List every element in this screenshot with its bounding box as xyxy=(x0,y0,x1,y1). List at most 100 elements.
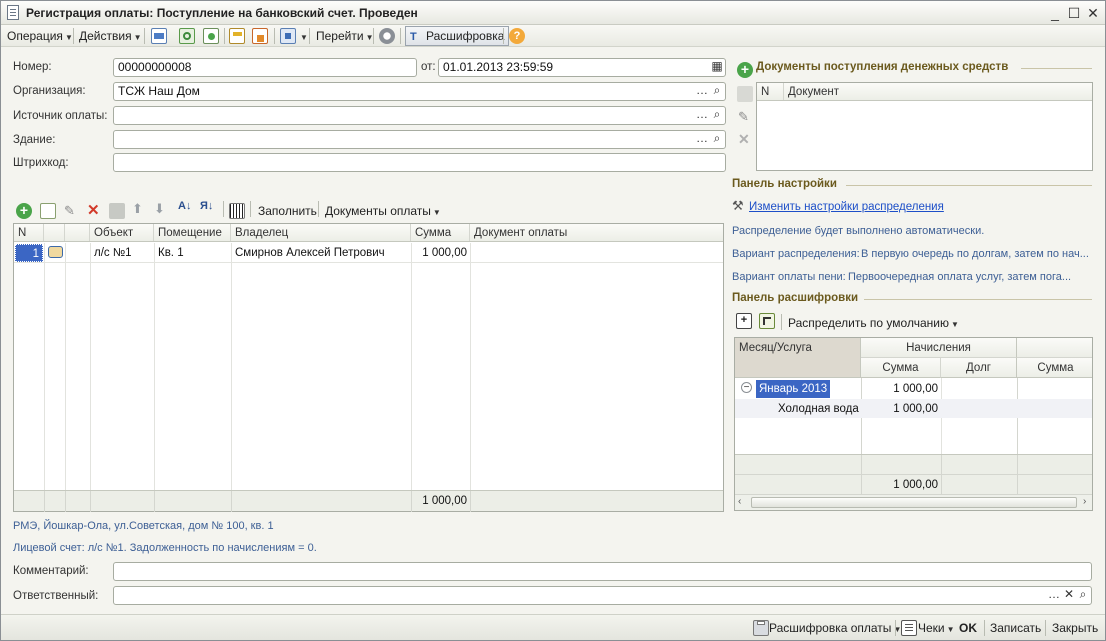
tree-row-month[interactable]: − Январь 2013 1 000,00 xyxy=(735,379,1092,398)
month-sum-cell[interactable]: 1 000,00 xyxy=(865,380,938,398)
scroll-left-icon[interactable]: ‹ xyxy=(738,496,741,507)
scroll-right-icon[interactable]: › xyxy=(1083,496,1086,507)
edit-row-icon[interactable]: ✎ xyxy=(64,203,75,219)
row-number-cell[interactable]: 1 xyxy=(15,244,43,262)
month-label[interactable]: Январь 2013 xyxy=(756,380,831,398)
column-header-debt[interactable]: Долг xyxy=(941,358,1017,378)
column-header-sum[interactable]: Сумма xyxy=(861,358,941,378)
maximize-icon[interactable]: ☐ xyxy=(1065,4,1083,22)
close-button[interactable]: Закрыть xyxy=(1052,619,1098,637)
edit-document-icon[interactable]: ✎ xyxy=(738,109,749,125)
column-header-month-service[interactable]: Месяц/Услуга xyxy=(735,338,861,378)
post-doc-icon[interactable] xyxy=(203,28,219,44)
number-field[interactable]: 00000000008 xyxy=(113,58,417,77)
actions-menu[interactable]: Действия ▼ xyxy=(79,27,142,45)
table-row[interactable]: 1 л/с №1 Кв. 1 Смирнов Алексей Петрович … xyxy=(14,243,723,263)
save-button[interactable]: Записать xyxy=(990,619,1041,637)
expand-all-icon[interactable]: + xyxy=(736,313,752,329)
add-document-icon[interactable]: + xyxy=(737,62,753,78)
move-down-icon[interactable]: ⬇ xyxy=(154,201,165,217)
collapse-icon[interactable]: − xyxy=(741,382,752,393)
sort-asc-icon[interactable]: A↓ xyxy=(178,200,191,212)
column-header-sum[interactable]: Сумма xyxy=(411,224,470,241)
distribute-default-menu[interactable]: Распределить по умолчанию ▼ xyxy=(788,314,959,332)
column-header-sum-paid[interactable]: Сумма xyxy=(1017,358,1092,378)
column-header-n[interactable]: N xyxy=(14,224,44,241)
toolbar-separator xyxy=(503,28,504,44)
operation-menu[interactable]: Операция ▼ xyxy=(7,27,73,45)
delete-document-icon[interactable]: ✕ xyxy=(738,131,750,148)
goto-menu[interactable]: Перейти ▼ xyxy=(316,27,373,45)
room-cell[interactable]: Кв. 1 xyxy=(158,244,228,262)
tree-row-service[interactable]: Холодная вода 1 000,00 xyxy=(735,399,1092,418)
move-up-icon[interactable]: ⬆ xyxy=(132,201,143,217)
scrollbar-thumb[interactable] xyxy=(751,497,1077,508)
organization-field[interactable]: ТСЖ Наш Дом xyxy=(113,82,726,101)
horizontal-scrollbar[interactable]: ‹ › xyxy=(735,494,1092,510)
copy-row-icon[interactable] xyxy=(40,203,56,219)
column-header-n[interactable]: N xyxy=(757,83,784,100)
select-ellipsis-icon[interactable]: … xyxy=(695,107,709,124)
payment-source-field[interactable] xyxy=(113,106,726,125)
unpost-icon[interactable] xyxy=(252,28,268,44)
select-ellipsis-icon[interactable]: … xyxy=(1047,587,1061,604)
dropdown-arrow-icon[interactable]: ▼ xyxy=(300,33,308,42)
column-header-room[interactable]: Помещение xyxy=(154,224,231,241)
delete-row-icon[interactable]: ✕ xyxy=(87,201,100,219)
column-header-document[interactable]: Документ xyxy=(784,83,1092,100)
checks-menu[interactable]: Чеки ▼ xyxy=(918,619,955,637)
service-label[interactable]: Холодная вода xyxy=(778,400,859,418)
calendar-icon[interactable]: ▦ xyxy=(710,59,724,76)
service-sum-cell[interactable]: 1 000,00 xyxy=(865,400,938,418)
decode-payment-menu[interactable]: Расшифровка оплаты ▼ xyxy=(769,619,901,637)
building-field[interactable] xyxy=(113,130,726,149)
column-header-object[interactable]: Объект xyxy=(90,224,154,241)
structure-icon[interactable] xyxy=(280,28,296,44)
copy-doc-icon[interactable] xyxy=(151,28,167,44)
ok-button[interactable]: OK xyxy=(959,619,977,637)
decode-payment-label: Расшифровка оплаты xyxy=(769,621,892,635)
end-edit-icon[interactable] xyxy=(109,203,125,219)
fill-button[interactable]: Заполнить xyxy=(258,202,317,220)
select-ellipsis-icon[interactable]: … xyxy=(695,83,709,100)
decode-toggle-button[interactable]: T Расшифровка xyxy=(405,26,510,46)
responsible-label: Ответственный: xyxy=(13,590,99,602)
operation-label: Операция xyxy=(7,29,63,43)
object-cell[interactable]: л/с №1 xyxy=(94,244,152,262)
column-header-accruals[interactable]: Начисления xyxy=(861,338,1017,358)
help-icon[interactable]: ? xyxy=(509,28,525,44)
column-header-payment-doc[interactable]: Документ оплаты xyxy=(470,224,723,241)
sort-desc-icon[interactable]: Я↓ xyxy=(200,200,213,212)
responsible-field[interactable] xyxy=(113,586,1092,605)
refresh-icon[interactable] xyxy=(179,28,195,44)
gear-icon[interactable] xyxy=(379,28,395,44)
minimize-icon[interactable]: _ xyxy=(1046,4,1064,22)
sum-cell[interactable]: 1 000,00 xyxy=(412,244,467,262)
date-field[interactable]: 01.01.2013 23:59:59 xyxy=(438,58,726,77)
clear-icon[interactable]: ✕ xyxy=(1062,587,1076,604)
search-icon[interactable]: ⌕ xyxy=(1076,587,1090,604)
barcode-icon[interactable] xyxy=(229,203,245,219)
column-header-payments[interactable] xyxy=(1017,338,1092,358)
section-divider xyxy=(1021,68,1092,69)
tree-icon[interactable] xyxy=(759,313,775,329)
payment-docs-menu[interactable]: Документы оплаты ▼ xyxy=(325,202,441,220)
comment-field[interactable] xyxy=(113,562,1092,581)
barcode-field[interactable] xyxy=(113,153,726,172)
column-divider xyxy=(90,491,91,512)
add-row-icon[interactable]: + xyxy=(16,203,32,219)
window-title: Регистрация оплаты: Поступление на банко… xyxy=(26,6,418,20)
close-icon[interactable]: ✕ xyxy=(1084,4,1102,22)
search-icon[interactable]: ⌕ xyxy=(710,83,724,100)
change-distribution-settings-link[interactable]: Изменить настройки распределения xyxy=(749,201,944,213)
column-divider xyxy=(1017,455,1018,495)
print-icon[interactable] xyxy=(229,28,245,44)
column-header-owner[interactable]: Владелец xyxy=(231,224,411,241)
search-icon[interactable]: ⌕ xyxy=(710,107,724,124)
payment-source-label: Источник оплаты: xyxy=(13,110,108,122)
owner-cell[interactable]: Смирнов Алексей Петрович xyxy=(235,244,409,262)
search-icon[interactable]: ⌕ xyxy=(710,131,724,148)
select-ellipsis-icon[interactable]: … xyxy=(695,131,709,148)
copy-document-icon[interactable] xyxy=(737,86,753,102)
date-label: от: xyxy=(421,61,436,73)
